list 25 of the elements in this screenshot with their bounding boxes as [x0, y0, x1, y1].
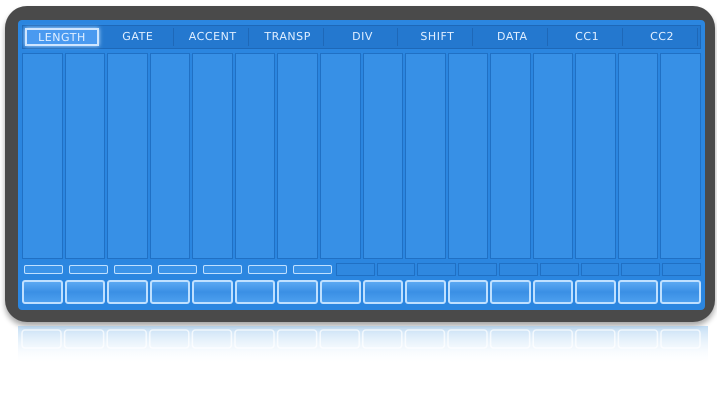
step-button[interactable] — [490, 280, 531, 304]
step-button[interactable] — [320, 280, 360, 304]
step-button[interactable] — [575, 280, 616, 304]
tab[interactable]: ACCENT — [178, 28, 249, 46]
tab[interactable]: GATE — [102, 28, 174, 46]
step-button[interactable] — [150, 280, 190, 304]
tab[interactable]: DATA — [477, 28, 548, 46]
tab[interactable]: TRANSP — [252, 28, 324, 46]
step-button[interactable] — [192, 280, 233, 304]
step-button[interactable] — [660, 280, 701, 304]
step-button[interactable] — [234, 280, 276, 304]
tab[interactable]: SHIFT — [402, 28, 474, 46]
step-button[interactable] — [107, 280, 148, 304]
tab[interactable]: DIV — [328, 28, 398, 46]
step-button[interactable] — [405, 280, 446, 304]
step-button[interactable] — [532, 280, 574, 304]
step-button[interactable] — [64, 280, 106, 304]
step-button[interactable] — [22, 280, 63, 304]
tab[interactable]: CC2 — [627, 28, 698, 46]
step-button[interactable] — [362, 280, 404, 304]
step-button[interactable] — [277, 280, 318, 304]
step-button[interactable] — [448, 280, 488, 304]
tab[interactable]: CC1 — [552, 28, 624, 46]
tab[interactable]: LENGTH — [25, 28, 99, 46]
step-button[interactable] — [618, 280, 658, 304]
